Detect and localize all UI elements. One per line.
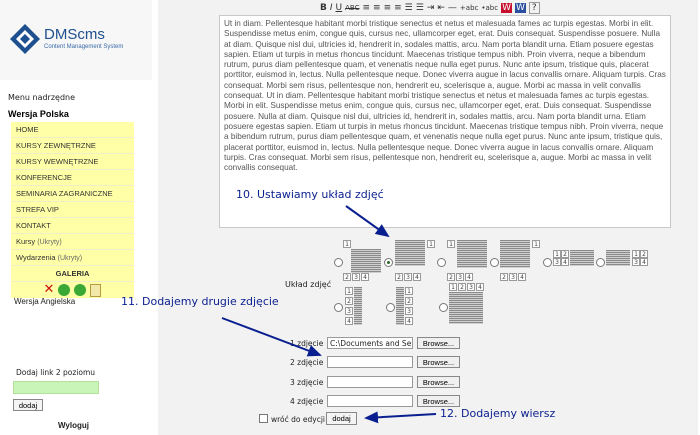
arrow-to-add-row (364, 411, 437, 424)
arrow-to-layout (345, 205, 390, 238)
arrow-to-photo-2 (221, 317, 322, 357)
annotation-arrows (221, 205, 437, 424)
